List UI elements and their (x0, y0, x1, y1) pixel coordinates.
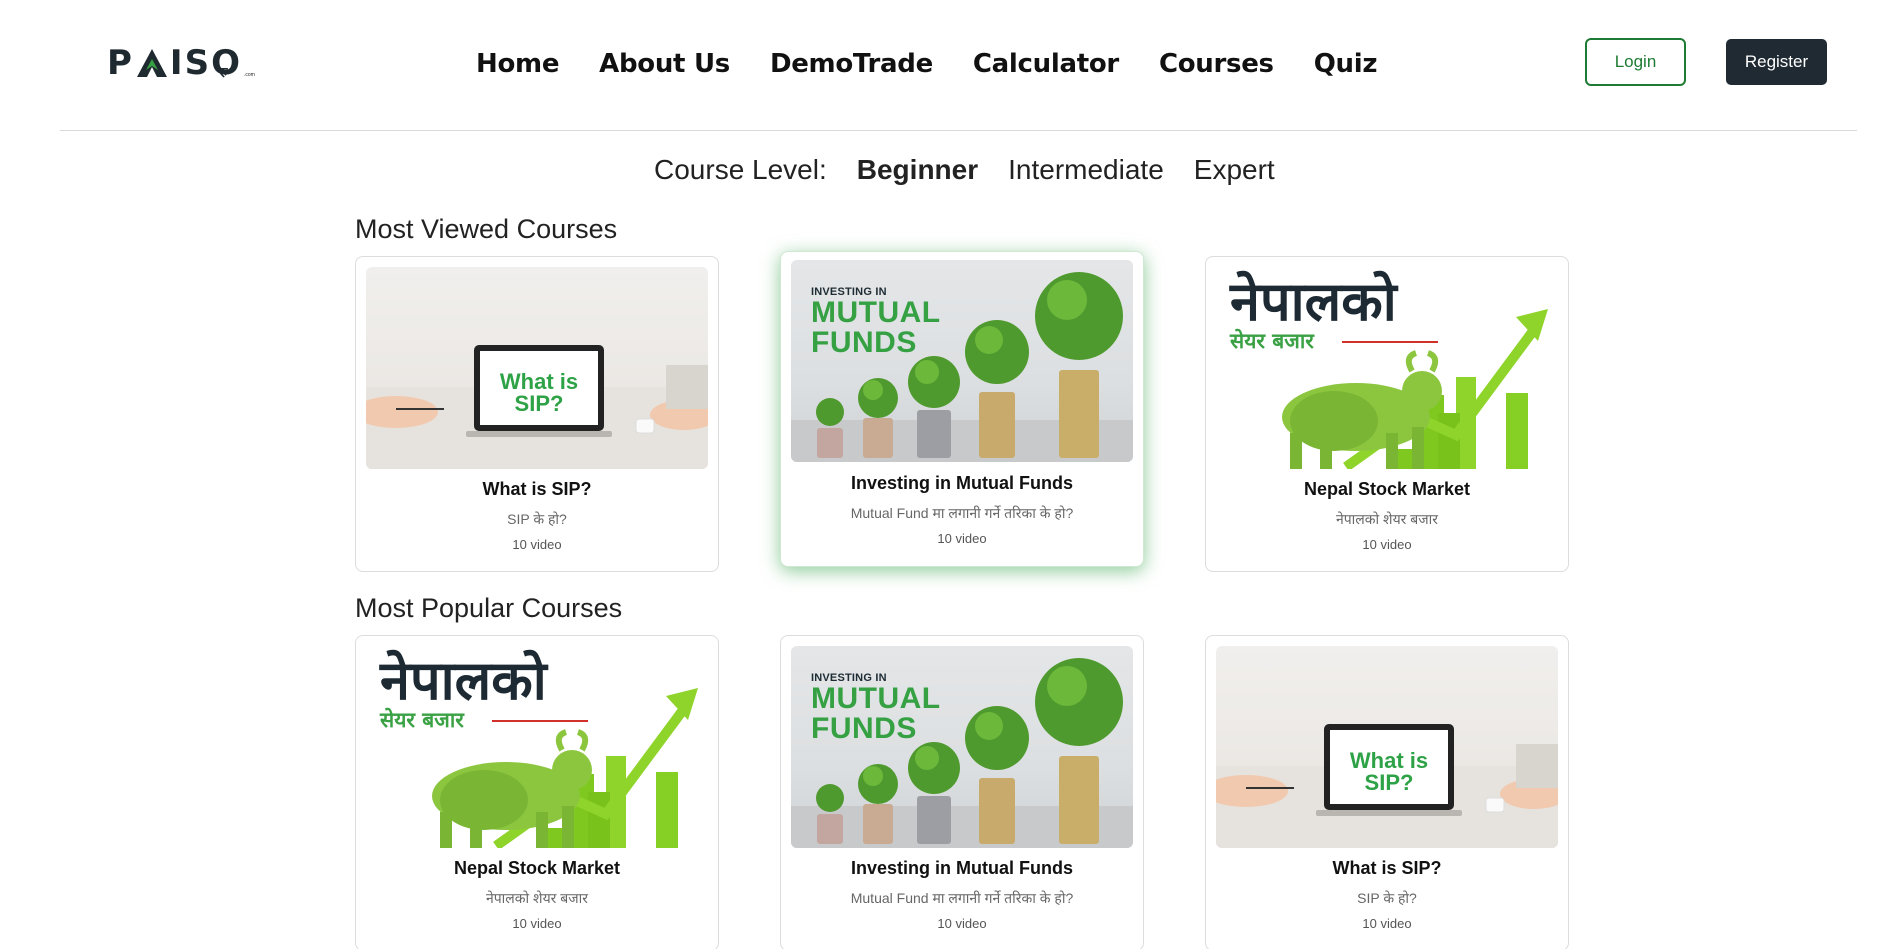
nepal-thumb-big: नेपालको (380, 649, 547, 712)
course-title: Investing in Mutual Funds (851, 858, 1073, 878)
sip-thumb-line1: What is (499, 369, 579, 394)
mf-thumb-line1: MUTUAL (811, 682, 941, 715)
nav-quiz[interactable]: Quiz (1314, 49, 1378, 79)
course-video-count: 10 video (512, 537, 562, 552)
nav-calculator[interactable]: Calculator (973, 49, 1119, 79)
nepal-thumb-underline (492, 720, 588, 722)
level-expert[interactable]: Expert (1194, 154, 1275, 186)
sip-thumb-line2: SIP? (514, 391, 564, 416)
course-subtitle: SIP के हो? (507, 511, 567, 527)
course-video-count: 10 video (937, 531, 987, 546)
mf-thumb-line2: FUNDS (811, 712, 917, 745)
section-title-most-popular: Most Popular Courses (355, 593, 623, 623)
course-thumbnail: What is SIP? (366, 267, 708, 469)
course-thumbnail: INVESTING IN MUTUAL FUNDS (791, 646, 1133, 848)
course-level-selector: Course Level: Beginner Intermediate Expe… (654, 154, 1275, 194)
course-video-count: 10 video (937, 916, 987, 931)
course-subtitle: नेपालको शेयर बजार (1335, 511, 1439, 527)
course-title: What is SIP? (1332, 858, 1442, 878)
course-card[interactable]: What is SIP? What is SIP? SIP के हो? 10 … (1205, 635, 1569, 949)
sip-thumb-line1: What is (1349, 748, 1429, 773)
course-thumbnail: नेपालको सेयर बजार (366, 646, 708, 848)
nepal-thumb-small: सेयर बजार (1230, 329, 1314, 353)
logo-rupee: रु (219, 65, 230, 81)
nepal-thumb-big: नेपालको (1230, 270, 1397, 333)
nav-home[interactable]: Home (476, 49, 559, 79)
nepal-thumb-underline (1342, 341, 1438, 343)
course-subtitle: SIP के हो? (1357, 890, 1417, 906)
course-title: Nepal Stock Market (453, 858, 621, 878)
main-nav: Home About Us DemoTrade Calculator Cours… (476, 44, 1377, 84)
nav-courses[interactable]: Courses (1159, 49, 1274, 79)
mf-thumb-big: MUTUAL FUNDS (811, 684, 941, 744)
nepal-thumb-small: सेयर बजार (380, 708, 464, 732)
logo-wordmark: P IS O रु (107, 44, 242, 82)
course-subtitle: Mutual Fund मा लगानी गर्ने तरिका के हो? (850, 890, 1074, 906)
course-thumbnail: INVESTING IN MUTUAL FUNDS (791, 260, 1133, 462)
course-card[interactable]: What is SIP? What is SIP? SIP के हो? 10 … (355, 256, 719, 572)
mf-thumb-line1: MUTUAL (811, 296, 941, 329)
level-beginner[interactable]: Beginner (857, 154, 978, 186)
course-title: Nepal Stock Market (1303, 479, 1471, 499)
level-intermediate[interactable]: Intermediate (1008, 154, 1164, 186)
course-subtitle: नेपालको शेयर बजार (485, 890, 589, 906)
mf-thumb-line2: FUNDS (811, 326, 917, 359)
nav-about-us[interactable]: About Us (599, 49, 730, 79)
logo-com: .com (243, 72, 255, 78)
sip-thumb-line2: SIP? (1364, 770, 1414, 795)
logo-letters-is: IS (169, 43, 212, 83)
course-title: Investing in Mutual Funds (851, 473, 1073, 493)
mf-thumb-big: MUTUAL FUNDS (811, 298, 941, 358)
login-button[interactable]: Login (1585, 38, 1686, 86)
section-title-most-viewed: Most Viewed Courses (355, 214, 618, 244)
course-level-label: Course Level: (654, 154, 827, 185)
course-card[interactable]: नेपालको सेयर बजार Nepal Stock Market नेप… (1205, 256, 1569, 572)
logo-o-rupee: O रु (211, 44, 242, 82)
course-thumbnail: नेपालको सेयर बजार (1216, 267, 1558, 469)
course-thumbnail: What is SIP? (1216, 646, 1558, 848)
site-header: P IS O रु .com Home About Us DemoTrade C… (0, 0, 1901, 130)
course-subtitle: Mutual Fund मा लगानी गर्ने तरिका के हो? (850, 505, 1074, 521)
course-card[interactable]: INVESTING IN MUTUAL FUNDS Investing in M… (780, 635, 1144, 949)
course-video-count: 10 video (1362, 537, 1412, 552)
course-card-featured[interactable]: INVESTING IN MUTUAL FUNDS Investing in M… (780, 251, 1144, 567)
sip-thumb-text: What is SIP? (480, 371, 598, 415)
course-card[interactable]: नेपालको सेयर बजार Nepal Stock Market नेप… (355, 635, 719, 949)
course-title: What is SIP? (482, 479, 592, 499)
course-video-count: 10 video (1362, 916, 1412, 931)
register-button[interactable]: Register (1726, 39, 1827, 85)
course-video-count: 10 video (512, 916, 562, 931)
nav-demotrade[interactable]: DemoTrade (770, 49, 933, 79)
sip-thumb-text: What is SIP? (1330, 750, 1448, 794)
logo-letter-p: P (107, 43, 134, 83)
paiso-logo[interactable]: P IS O रु .com (107, 44, 255, 82)
header-divider (60, 130, 1857, 131)
logo-a-arrow-icon (136, 48, 168, 78)
